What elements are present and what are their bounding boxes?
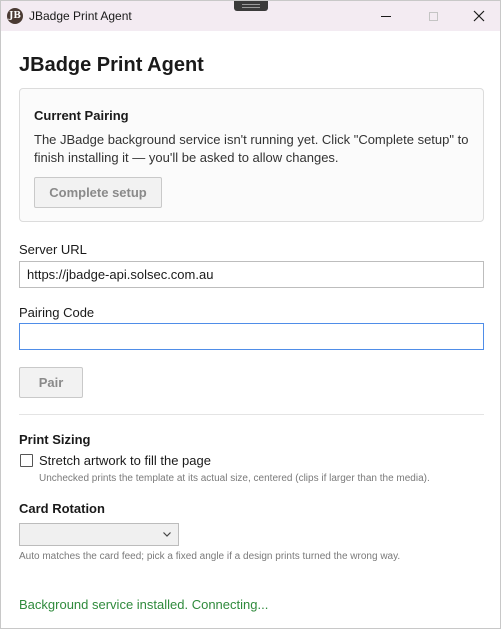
card-description: The JBadge background service isn't runn… — [34, 132, 469, 165]
card-rotation-hint: Auto matches the card feed; pick a fixed… — [19, 551, 401, 562]
pair-button[interactable]: Pair — [19, 367, 83, 398]
server-url-input[interactable] — [19, 261, 484, 288]
divider — [19, 414, 484, 415]
stretch-artwork-label[interactable]: Stretch artwork to fill the page — [39, 453, 211, 468]
pairing-code-label: Pairing Code — [19, 305, 95, 320]
card-rotation-title: Card Rotation — [19, 501, 105, 516]
print-sizing-hint: Unchecked prints the template at its act… — [39, 473, 430, 484]
minimize-button[interactable] — [363, 1, 409, 31]
print-sizing-title: Print Sizing — [19, 432, 91, 447]
status-message: Background service installed. Connecting… — [19, 597, 269, 612]
title-bar[interactable]: JB JBadge Print Agent — [1, 1, 500, 31]
minimize-icon — [381, 15, 391, 17]
card-title: Current Pairing — [34, 108, 129, 123]
server-url-label: Server URL — [19, 242, 87, 257]
window-title: JBadge Print Agent — [29, 9, 132, 23]
chevron-down-icon — [163, 532, 171, 537]
page-title: JBadge Print Agent — [19, 54, 204, 76]
app-logo-icon: JB — [7, 8, 23, 24]
pairing-code-input[interactable] — [19, 323, 484, 350]
close-button[interactable] — [456, 1, 501, 31]
app-window: JB JBadge Print Agent JBadge Print Agent… — [0, 0, 501, 629]
maximize-button[interactable] — [410, 1, 456, 31]
drag-handle[interactable] — [234, 1, 268, 11]
stretch-artwork-checkbox[interactable] — [20, 454, 33, 467]
card-rotation-select[interactable] — [19, 523, 179, 546]
close-icon — [473, 10, 485, 22]
complete-setup-button[interactable]: Complete setup — [34, 177, 162, 208]
current-pairing-card: Current Pairing The JBadge background se… — [19, 88, 484, 222]
maximize-icon — [428, 11, 438, 21]
